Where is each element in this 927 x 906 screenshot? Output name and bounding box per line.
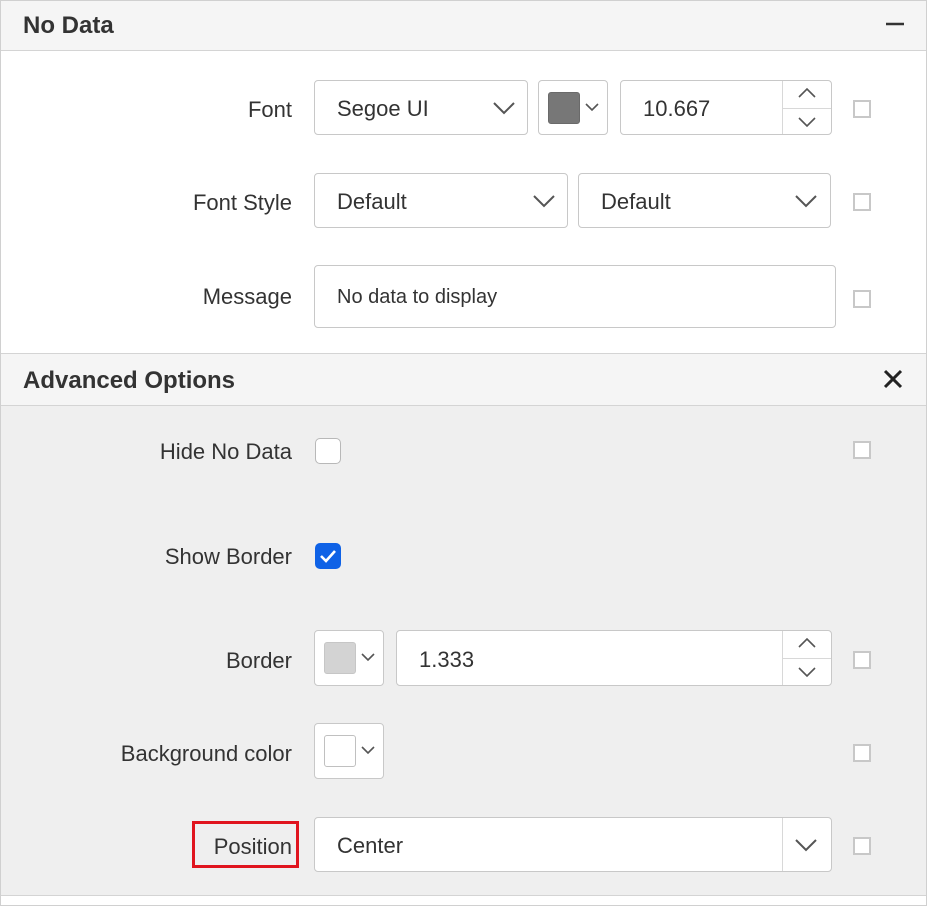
font-style-label: Font Style	[192, 190, 292, 215]
font-color-swatch	[548, 92, 580, 124]
font-size-stepper[interactable]: 10.667	[620, 80, 832, 135]
show-border-label: Show Border	[164, 544, 292, 569]
font-size-decrement-button[interactable]	[783, 108, 831, 135]
chevron-down-icon	[533, 195, 555, 208]
show-border-checkbox[interactable]	[315, 543, 341, 569]
chevron-down-icon	[795, 195, 817, 208]
font-size-increment-button[interactable]	[783, 81, 831, 109]
background-color-property-checkbox[interactable]	[853, 744, 871, 762]
panel-bottom-divider	[1, 895, 926, 896]
no-data-section-title: No Data	[23, 12, 114, 39]
font-size-value: 10.667	[643, 96, 711, 121]
hide-no-data-label: Hide No Data	[159, 439, 292, 464]
font-property-checkbox[interactable]	[853, 100, 871, 118]
chevron-down-icon	[361, 653, 375, 662]
background-color-swatch	[324, 735, 356, 767]
border-width-value: 1.333	[419, 647, 475, 672]
font-family-value: Segoe UI	[337, 96, 429, 121]
font-family-dropdown[interactable]: Segoe UI	[314, 80, 528, 135]
border-width-spinner	[782, 631, 831, 685]
position-dropdown[interactable]: Center	[314, 817, 832, 872]
font-style-dropdown[interactable]: Default	[314, 173, 568, 228]
border-property-checkbox[interactable]	[853, 651, 871, 669]
font-style-property-checkbox[interactable]	[853, 193, 871, 211]
no-data-section-header[interactable]: No Data	[1, 1, 926, 51]
font-size-spinner	[782, 81, 831, 134]
close-icon[interactable]	[883, 369, 903, 394]
message-value: No data to display	[337, 286, 498, 308]
chevron-down-icon	[493, 102, 515, 115]
border-width-stepper[interactable]: 1.333	[396, 630, 832, 686]
position-label: Position	[213, 834, 292, 859]
chevron-down-icon	[798, 667, 816, 677]
font-weight-dropdown[interactable]: Default	[578, 173, 831, 228]
border-label: Border	[225, 648, 292, 673]
checkmark-icon	[320, 550, 336, 563]
chevron-down-icon	[795, 839, 817, 852]
border-color-picker[interactable]	[314, 630, 384, 686]
background-color-label: Background color	[120, 741, 292, 766]
position-property-checkbox[interactable]	[853, 837, 871, 855]
background-color-picker[interactable]	[314, 723, 384, 779]
chevron-down-icon	[585, 103, 599, 112]
border-width-increment-button[interactable]	[783, 631, 831, 659]
minus-icon[interactable]	[885, 14, 905, 39]
advanced-options-section-header[interactable]: Advanced Options	[1, 353, 926, 406]
font-weight-value: Default	[601, 189, 671, 214]
font-label: Font	[247, 97, 292, 122]
message-label: Message	[202, 284, 292, 309]
chevron-up-icon	[798, 638, 816, 648]
font-style-value: Default	[337, 189, 407, 214]
chevron-down-icon	[798, 116, 816, 127]
message-property-checkbox[interactable]	[853, 290, 871, 308]
chevron-up-icon	[798, 88, 816, 98]
border-width-decrement-button[interactable]	[783, 658, 831, 685]
font-color-picker[interactable]	[538, 80, 608, 135]
hide-no-data-property-checkbox[interactable]	[853, 441, 871, 459]
message-input[interactable]: No data to display	[314, 265, 836, 328]
position-dropdown-button[interactable]	[782, 818, 831, 871]
border-color-swatch	[324, 642, 356, 674]
hide-no-data-checkbox[interactable]	[315, 438, 341, 464]
chevron-down-icon	[361, 746, 375, 755]
advanced-options-section-title: Advanced Options	[23, 367, 236, 394]
position-value: Center	[337, 833, 404, 858]
